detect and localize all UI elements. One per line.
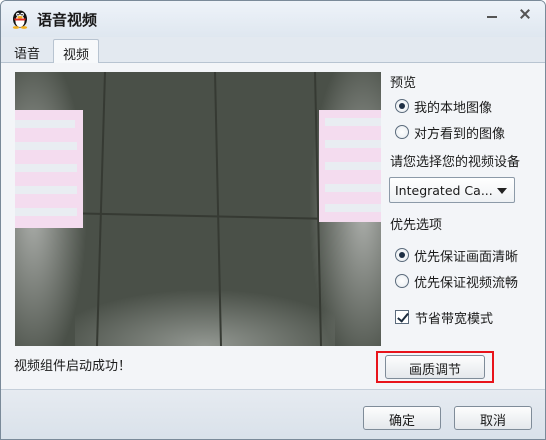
preview-heading: 预览 <box>390 76 417 91</box>
tab-audio[interactable]: 语音 <box>5 39 49 63</box>
tab-video[interactable]: 视频 <box>53 39 100 64</box>
radio-local-image-label[interactable]: 我的本地图像 <box>414 97 492 116</box>
window-title: 语音视频 <box>37 11 98 29</box>
tab-bar: 语音 视频 <box>1 37 545 64</box>
minimize-button[interactable] <box>481 5 503 23</box>
cancel-button[interactable]: 取消 <box>454 406 532 430</box>
video-device-value: Integrated Ca... <box>395 183 493 198</box>
bandwidth-saver-checkbox[interactable] <box>395 310 409 324</box>
priority-heading: 优先选项 <box>390 218 443 233</box>
radio-priority-clarity[interactable] <box>395 248 409 262</box>
status-text: 视频组件启动成功！ <box>14 359 132 374</box>
quality-adjust-button[interactable]: 画质调节 <box>385 355 485 379</box>
title-bar[interactable]: 语音视频 <box>1 1 545 37</box>
radio-priority-clarity-label[interactable]: 优先保证画面清晰 <box>414 246 518 265</box>
video-device-select[interactable]: Integrated Ca... <box>389 177 515 203</box>
radio-local-image[interactable] <box>395 99 409 113</box>
voice-video-window: 语音视频 语音 视频 预览 我的本地图像 对方看到的图像 请您选择您的视频设备 … <box>0 0 546 440</box>
radio-remote-image[interactable] <box>395 125 409 139</box>
camera-preview <box>15 72 381 346</box>
camera-preview-image <box>15 72 381 346</box>
device-heading: 请您选择您的视频设备 <box>390 155 521 170</box>
qq-penguin-icon <box>12 10 28 29</box>
radio-priority-smoothness[interactable] <box>395 274 409 288</box>
radio-priority-smoothness-label[interactable]: 优先保证视频流畅 <box>414 272 518 291</box>
chevron-down-icon <box>497 188 507 194</box>
close-button[interactable] <box>514 5 536 23</box>
ok-button[interactable]: 确定 <box>363 406 441 430</box>
bandwidth-saver-label[interactable]: 节省带宽模式 <box>415 308 493 327</box>
radio-remote-image-label[interactable]: 对方看到的图像 <box>414 123 505 142</box>
